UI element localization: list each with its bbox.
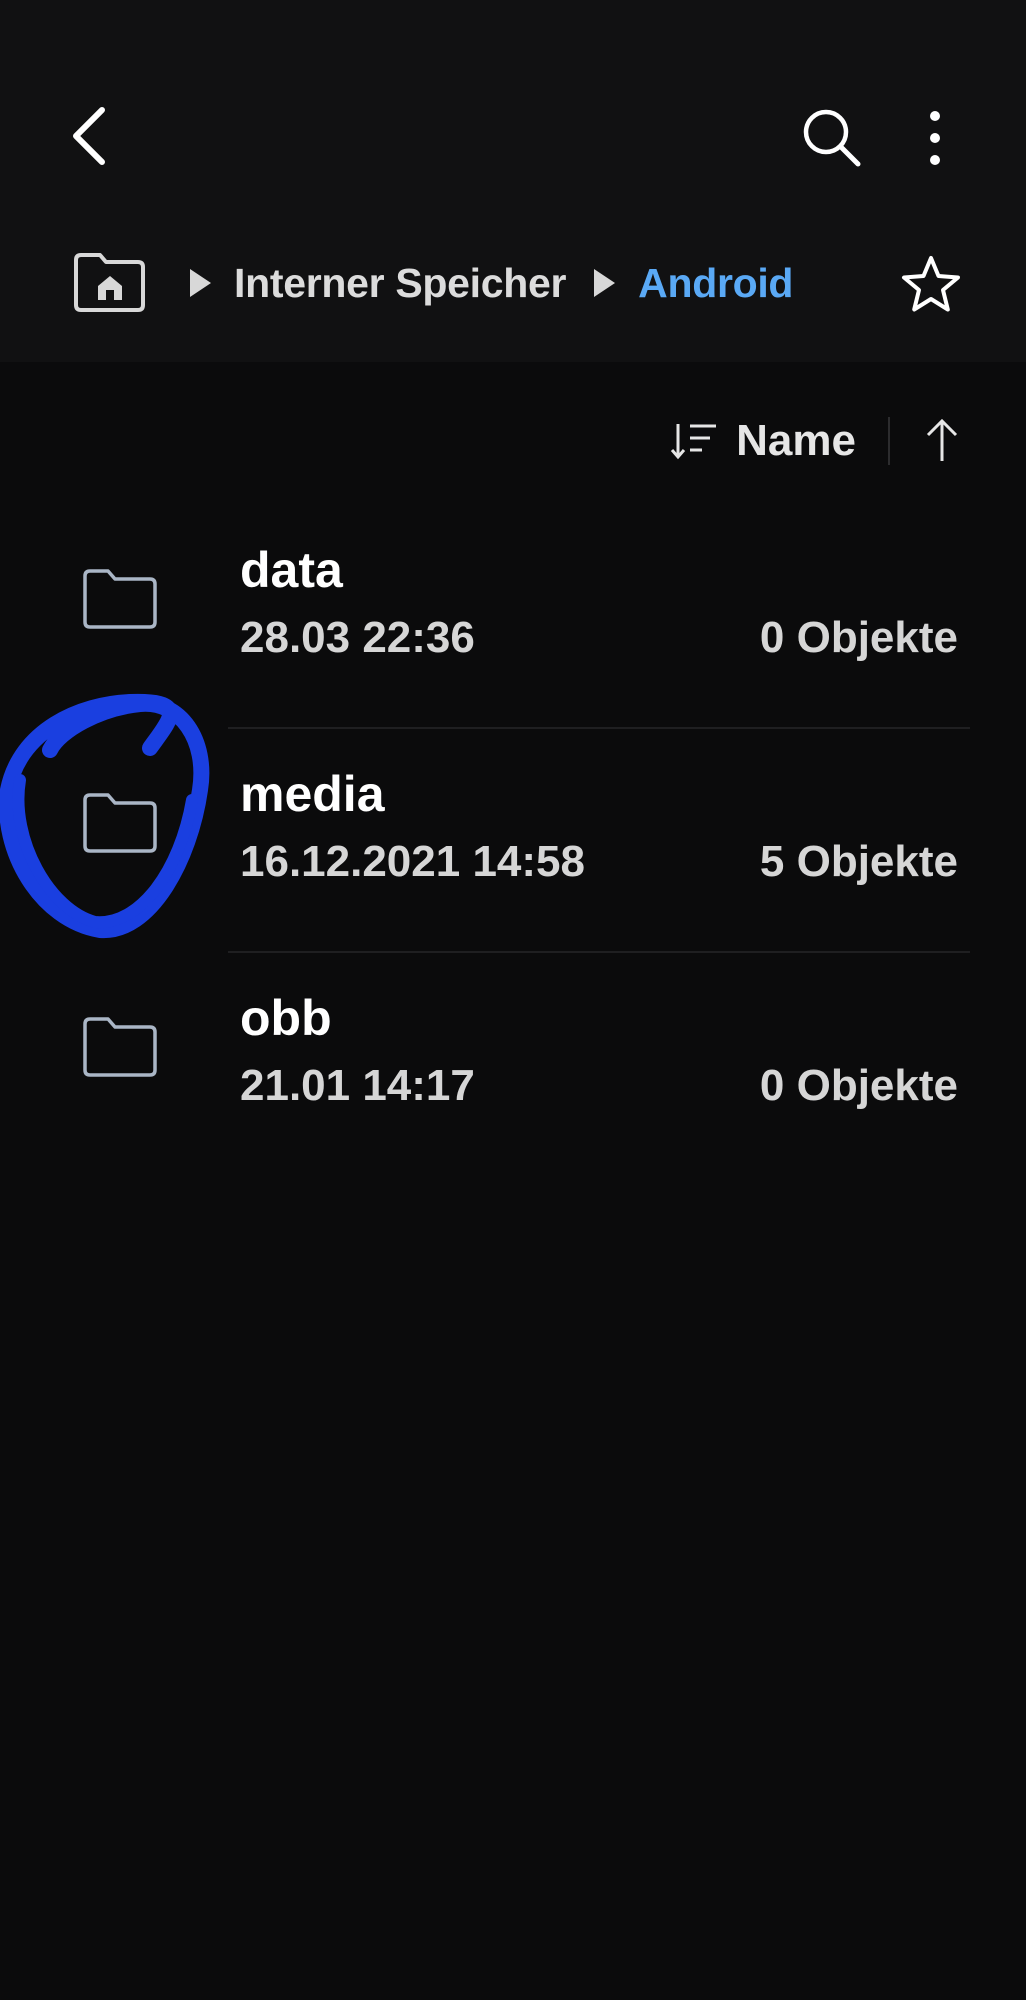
- folder-icon: [82, 1015, 158, 1079]
- file-date: 28.03 22:36: [240, 613, 475, 662]
- sort-bar: Name: [670, 408, 962, 474]
- list-item[interactable]: data 28.03 22:36 0 Objekte: [0, 505, 1026, 729]
- file-name: data: [240, 542, 343, 598]
- item-count: 0 Objekte: [759, 613, 958, 662]
- top-app-bar: Interner Speicher Android: [0, 0, 1026, 362]
- sort-label[interactable]: Name: [736, 416, 856, 466]
- more-options-icon[interactable]: [920, 106, 950, 170]
- folder-icon: [82, 567, 158, 631]
- home-icon[interactable]: [72, 252, 146, 314]
- folder-icon: [82, 791, 158, 855]
- file-date: 16.12.2021 14:58: [240, 837, 585, 886]
- file-date: 21.01 14:17: [240, 1061, 475, 1110]
- breadcrumb-item-internal-storage[interactable]: Interner Speicher: [234, 260, 566, 307]
- item-count: 5 Objekte: [759, 837, 958, 886]
- divider: [888, 417, 890, 465]
- breadcrumb: Interner Speicher Android: [72, 248, 872, 318]
- back-icon[interactable]: [64, 104, 116, 168]
- file-list: data 28.03 22:36 0 Objekte media 16.12.2…: [0, 505, 1026, 1177]
- star-icon[interactable]: [900, 254, 962, 316]
- list-item[interactable]: obb 21.01 14:17 0 Objekte: [0, 953, 1026, 1177]
- item-count: 0 Objekte: [759, 1061, 958, 1110]
- breadcrumb-item-android[interactable]: Android: [638, 260, 793, 307]
- arrow-up-icon[interactable]: [922, 417, 962, 465]
- search-icon[interactable]: [800, 106, 864, 170]
- sort-icon[interactable]: [670, 420, 718, 462]
- chevron-right-icon: [186, 266, 214, 300]
- file-name: media: [240, 766, 385, 822]
- list-item[interactable]: media 16.12.2021 14:58 5 Objekte: [0, 729, 1026, 953]
- chevron-right-icon: [590, 266, 618, 300]
- file-name: obb: [240, 990, 332, 1046]
